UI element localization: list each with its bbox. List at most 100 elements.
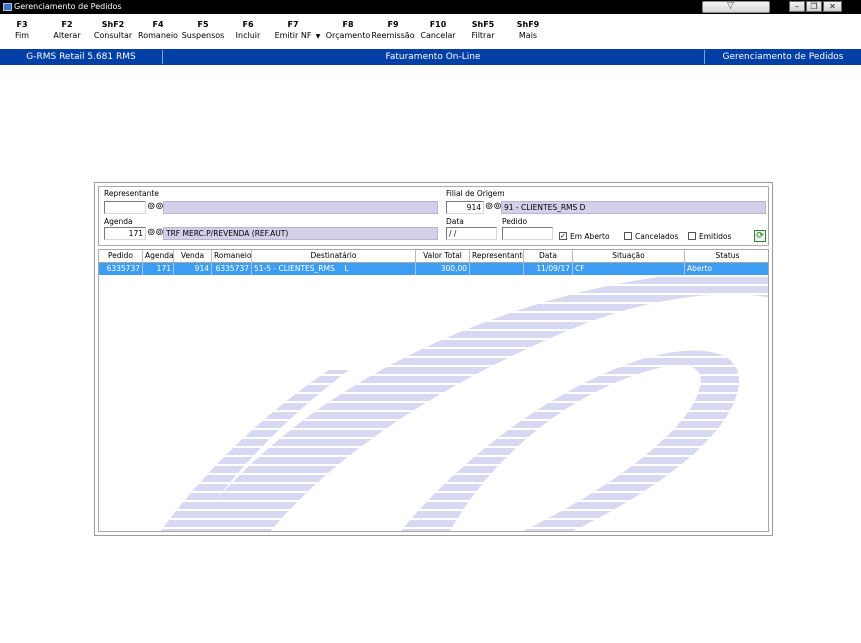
toolbar-button-incluir[interactable]: F6 Incluir	[236, 19, 261, 41]
binoculars-search-icon[interactable]: ⊚⊚	[485, 201, 502, 213]
representante-label: Representante	[104, 189, 159, 198]
key-label: ShF9	[516, 20, 540, 29]
function-key-toolbar: F3 Fim F2 Alterar ShF2 Consultar F4 Romaneio…	[0, 14, 861, 49]
cell-valor-total: 300,00	[416, 263, 470, 275]
em-aberto-checkbox[interactable]: ✓	[559, 232, 567, 240]
key-label: F8	[342, 20, 354, 29]
data-label: Data	[446, 217, 464, 226]
button-label: Romaneio	[138, 31, 178, 40]
col-pedido[interactable]: Pedido	[99, 250, 143, 262]
button-label: Filtrar	[471, 31, 495, 40]
window-title: Gerenciamento de Pedidos	[14, 2, 122, 11]
filter-form: Representante ⊚⊚ Filial de Origem 914 ⊚⊚…	[98, 186, 769, 246]
orders-grid[interactable]: Pedido Agenda Venda Romaneio Destinatári…	[98, 249, 769, 532]
pedido-label: Pedido	[502, 217, 528, 226]
cell-agenda: 171	[143, 263, 174, 275]
filial-label: Filial de Origem	[446, 189, 505, 198]
button-label: Emitir NF	[274, 31, 312, 40]
key-label: F5	[197, 20, 209, 29]
representante-code-field[interactable]	[104, 201, 146, 214]
emitidos-label: Emitidos	[699, 232, 732, 241]
key-label: F10	[429, 20, 447, 29]
cell-destinatario: 51-5 - CLIENTES_RMS L	[252, 263, 416, 275]
col-valor-total[interactable]: Valor Total	[416, 250, 470, 262]
toolbar-button-alterar[interactable]: F2 Alterar	[53, 19, 80, 41]
cancelados-checkbox[interactable]	[624, 232, 632, 240]
key-label: F7	[287, 20, 299, 29]
key-label: ShF5	[471, 20, 495, 29]
button-label: Suspensos	[181, 31, 225, 40]
em-aberto-label: Em Aberto	[570, 232, 610, 241]
col-status[interactable]: Status	[685, 250, 768, 262]
agenda-name-field: TRF MERC.P/REVENDA (REF.AUT)	[163, 227, 438, 240]
col-destinatario[interactable]: Destinatário	[252, 250, 416, 262]
minimize-icon[interactable]: –	[789, 1, 805, 12]
restore-icon[interactable]: ❐	[806, 1, 822, 12]
col-data[interactable]: Data	[524, 250, 573, 262]
key-label: F4	[152, 20, 164, 29]
button-label: Consultar	[93, 31, 133, 40]
cell-romaneio: 6335737	[212, 263, 252, 275]
status-bar: G-RMS Retail 5.681 RMS Faturamento On-Li…	[0, 49, 861, 65]
watermark-logo	[160, 270, 768, 531]
col-representante[interactable]: Representante	[470, 250, 524, 262]
agenda-label: Agenda	[104, 217, 133, 226]
chevron-down-icon: ▽	[727, 1, 734, 11]
cell-data: 11/09/17	[524, 263, 573, 275]
key-label: F3	[16, 20, 28, 29]
key-label: F2	[61, 20, 73, 29]
toolbar-button-consultar[interactable]: ShF2 Consultar	[94, 19, 132, 41]
cancelados-label: Cancelados	[635, 232, 679, 241]
status-module: Faturamento On-Line	[385, 52, 481, 62]
close-icon[interactable]: ✕	[823, 1, 842, 12]
col-situacao[interactable]: Situação	[573, 250, 685, 262]
toolbar-button-filtrar[interactable]: ShF5 Filtrar	[471, 19, 494, 41]
toolbar-button-cancelar[interactable]: F10 Cancelar	[420, 19, 455, 41]
key-label: F9	[387, 20, 399, 29]
button-label: Orçamento	[325, 31, 371, 40]
agenda-code-field[interactable]: 171	[104, 227, 146, 240]
binoculars-search-icon[interactable]: ⊚⊚	[147, 201, 164, 213]
cell-representante	[470, 263, 524, 275]
button-label: Mais	[518, 31, 538, 40]
refresh-icon[interactable]: ⟳	[754, 230, 766, 242]
key-label: ShF2	[101, 20, 125, 29]
toolbar-button-fim[interactable]: F3 Fim	[15, 19, 29, 41]
button-label: Alterar	[53, 31, 81, 40]
emitidos-checkbox[interactable]	[688, 232, 696, 240]
pedido-field[interactable]	[502, 227, 553, 240]
orders-panel: Representante ⊚⊚ Filial de Origem 914 ⊚⊚…	[94, 182, 773, 536]
toolbar-button-emitir-nf[interactable]: F7 Emitir NF ▼	[274, 19, 321, 41]
button-label: Incluir	[235, 31, 261, 40]
button-label: Reemissão	[371, 31, 415, 40]
binoculars-search-icon[interactable]: ⊚⊚	[147, 227, 164, 239]
button-label: Cancelar	[420, 31, 456, 40]
window-controls: – ❐ ✕	[789, 1, 859, 13]
toolbar-button-mais[interactable]: ShF9 Mais	[517, 19, 540, 41]
data-field[interactable]: / /	[446, 227, 497, 240]
dropdown-arrow-icon[interactable]: ▼	[316, 31, 321, 42]
status-screen-name: Gerenciamento de Pedidos	[722, 52, 844, 62]
cell-situacao: CF	[573, 263, 685, 275]
col-agenda[interactable]: Agenda	[143, 250, 174, 262]
filial-code-field[interactable]: 914	[446, 201, 484, 214]
title-bar: Gerenciamento de Pedidos ▽ – ❐ ✕	[0, 0, 861, 14]
status-system-version: G-RMS Retail 5.681 RMS	[26, 52, 136, 62]
app-icon	[3, 3, 12, 11]
button-label: Fim	[14, 31, 30, 40]
col-romaneio[interactable]: Romaneio	[212, 250, 252, 262]
toolbar-button-reemissao[interactable]: F9 Reemissão	[371, 19, 414, 41]
table-row[interactable]: 6335737 171 914 6335737 51-5 - CLIENTES_…	[99, 263, 768, 275]
titlebar-dropdown-button[interactable]: ▽	[702, 1, 770, 13]
toolbar-button-orcamento[interactable]: F8 Orçamento	[326, 19, 371, 41]
filial-name-field: 91 - CLIENTES_RMS D	[501, 201, 766, 214]
key-label: F6	[242, 20, 254, 29]
grid-header: Pedido Agenda Venda Romaneio Destinatári…	[99, 250, 768, 263]
cell-pedido: 6335737	[99, 263, 143, 275]
cell-venda: 914	[174, 263, 212, 275]
representante-name-field	[163, 201, 438, 214]
cell-status: Aberto	[687, 264, 713, 273]
toolbar-button-suspensos[interactable]: F5 Suspensos	[182, 19, 225, 41]
col-venda[interactable]: Venda	[174, 250, 212, 262]
toolbar-button-romaneio[interactable]: F4 Romaneio	[138, 19, 178, 41]
